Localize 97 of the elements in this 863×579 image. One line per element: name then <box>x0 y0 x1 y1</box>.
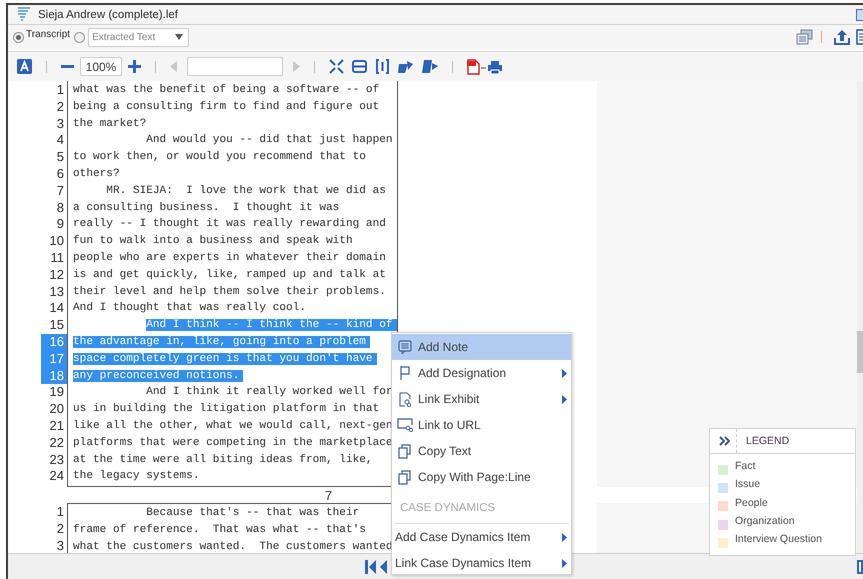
note-icon <box>397 340 413 354</box>
transcript-line: And would you -- did that just happen <box>146 134 393 146</box>
transcript-line: the market? <box>73 118 146 130</box>
transcript-line: to work then, or would you recommend that to <box>73 151 366 164</box>
book-icon[interactable] <box>857 560 863 574</box>
upload-icon[interactable] <box>834 29 850 45</box>
collapse-icon[interactable] <box>719 436 730 446</box>
legend-label: Interview Question <box>735 533 822 546</box>
transcript-line: their level and help them solve their problems. <box>73 286 386 298</box>
radio-button[interactable] <box>74 32 86 42</box>
menu-item[interactable]: Copy With Page:Line <box>392 464 571 490</box>
transcript-line: the legacy systems. <box>73 470 200 482</box>
line-number: 7 <box>56 182 65 200</box>
transcript-line: fun to walk into a business and speak with <box>73 235 353 248</box>
menu-section-header: CASE DYNAMICS <box>399 501 496 516</box>
line-number: 18 <box>41 368 67 384</box>
line-number: 23 <box>48 452 65 468</box>
line-number: 22 <box>48 434 65 452</box>
transcript-line: a consulting business. I thought it was <box>73 202 340 214</box>
first-page-icon[interactable] <box>365 560 376 574</box>
legend-title: LEGEND <box>746 435 790 447</box>
menu-item[interactable]: Link Case Dynamics Item <box>392 550 571 576</box>
line-number: 20 <box>48 401 65 418</box>
pdf-to-print-icon[interactable] <box>467 58 503 74</box>
transcript-line: Because that's -- that was their <box>146 507 360 520</box>
document-icon[interactable] <box>856 29 863 45</box>
line-number: 13 <box>48 284 65 300</box>
window-icon[interactable] <box>856 8 863 20</box>
line-number: 5 <box>56 149 65 166</box>
line-number: 16 <box>41 334 67 351</box>
dropdown[interactable]: Extracted Text <box>88 28 190 46</box>
menu-item[interactable]: Add Case Dynamics Item <box>392 524 571 550</box>
page-field[interactable] <box>187 57 283 76</box>
line-number: 12 <box>48 266 65 284</box>
transcript-line: others? <box>73 168 120 180</box>
line-number: 10 <box>48 233 65 250</box>
document-link-icon <box>397 392 413 406</box>
transcript-line: And I think it really worked well for <box>146 386 393 398</box>
transcript-line: And I thought that was really cool. <box>73 302 306 314</box>
line-number: 6 <box>56 166 65 183</box>
legend-label: Organization <box>735 515 795 528</box>
line-number: 4 <box>56 132 65 150</box>
menu-item[interactable]: Link to URL <box>392 412 571 438</box>
fit-width-icon[interactable] <box>352 59 367 74</box>
transcript-line: platforms that were competing in the marketplace <box>73 436 393 449</box>
line-number: 1 <box>56 82 65 99</box>
transcript-line: being a consulting firm to find and figure out <box>73 100 380 113</box>
edit-icon[interactable] <box>398 59 414 74</box>
line-number: 3 <box>56 538 65 553</box>
transcript-line: MR. SIEJA: I love the work that we did as <box>106 184 386 197</box>
legend-label: People <box>735 496 768 509</box>
menu-item[interactable]: Copy Text <box>392 438 571 464</box>
copy-icon <box>397 470 413 484</box>
transcript-line: frame of reference. That was what -- that's <box>73 524 366 536</box>
line-number: 8 <box>56 200 65 216</box>
menu-item[interactable]: Add Note <box>392 334 571 360</box>
line-number: 2 <box>56 98 65 116</box>
zoom-field[interactable]: 100% <box>80 57 122 76</box>
radio-button[interactable] <box>13 32 24 42</box>
text-edit-icon[interactable] <box>422 59 438 74</box>
transcript-line: what was the benefit of being a software -- of <box>73 84 380 96</box>
line-number: 15 <box>48 317 65 334</box>
transcript-line: people who are experts in whatever their domain <box>73 252 386 264</box>
line-number: 14 <box>48 300 65 318</box>
previous-page-icon[interactable] <box>380 560 387 574</box>
legend-label: Issue <box>735 478 760 490</box>
transcript-line: really -- I thought it was really rewarding and <box>73 218 386 230</box>
line-number: 2 <box>56 520 65 538</box>
line-number: 17 <box>41 350 67 368</box>
transcript-line: what the customers wanted. The customers wanted <box>73 540 393 553</box>
plus-icon[interactable] <box>128 60 141 73</box>
scrollbar[interactable] <box>857 81 863 553</box>
lines-icon <box>18 7 30 22</box>
line-number: 3 <box>56 116 65 132</box>
radio-label: Transcript <box>26 29 70 40</box>
documents-icon[interactable] <box>796 29 813 45</box>
transcript-line: at the time were all biting ideas from, like, <box>73 454 373 466</box>
line-number: 11 <box>50 250 65 267</box>
page-number: 7 <box>324 487 332 504</box>
menu-item[interactable]: Add Designation <box>392 360 571 386</box>
transcript-line: is and get quickly, like, ramped up and talk at <box>73 268 386 281</box>
expand-icon[interactable] <box>329 59 344 74</box>
font-icon[interactable] <box>17 59 32 74</box>
window-title: Sieja Andrew (complete).lef <box>38 8 178 20</box>
transcript-line: us in building the litigation platform in that <box>73 403 380 416</box>
fit-height-icon[interactable] <box>375 59 390 74</box>
line-number: 21 <box>48 418 65 435</box>
line-number: 24 <box>48 468 65 486</box>
transcript-line: like all the other, what we would call, next-gen <box>73 420 393 432</box>
screen-link-icon <box>397 418 413 432</box>
line-number: 19 <box>48 384 65 402</box>
copy-icon <box>397 444 413 458</box>
line-number: 1 <box>56 504 65 521</box>
line-number: 9 <box>56 216 65 234</box>
caret-icon <box>175 34 184 40</box>
legend-label: Fact <box>735 460 756 472</box>
menu-item[interactable]: Link Exhibit <box>392 386 571 412</box>
